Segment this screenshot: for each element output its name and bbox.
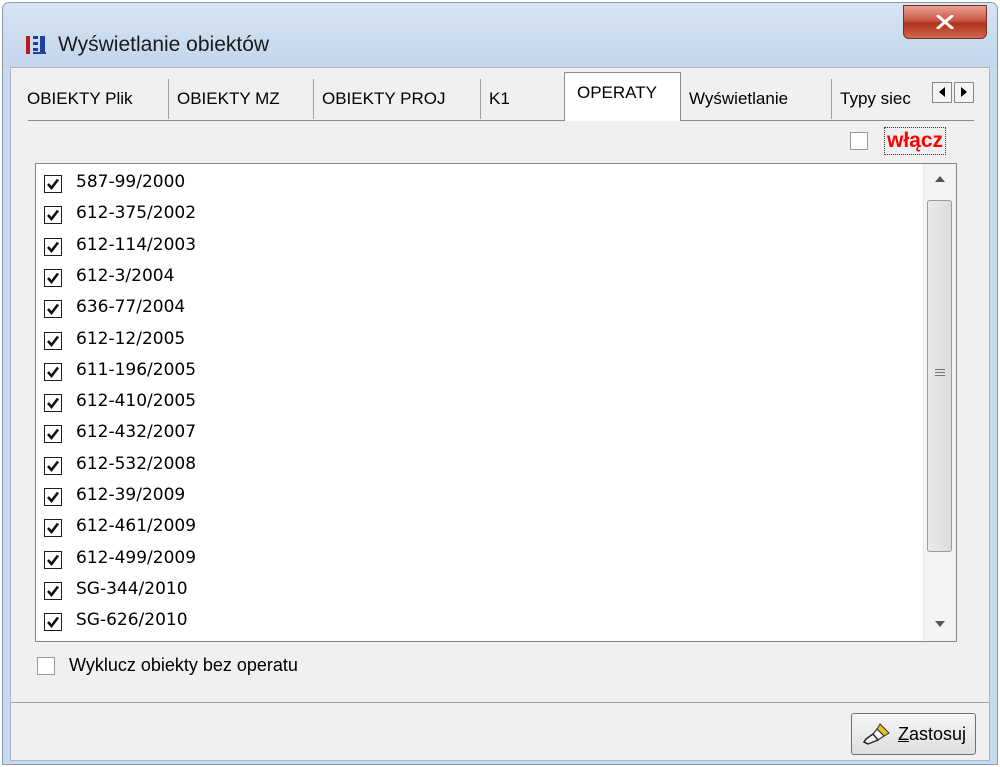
item-label: 612-410/2005 [76,391,197,412]
item-checkbox[interactable] [44,331,62,350]
operaty-tab-page: włącz 587-99/2000 612-375/2002 612-114/200… [28,120,974,697]
item-label: 611-196/2005 [76,359,197,380]
item-label: 612-114/2003 [76,234,197,255]
list-item[interactable]: 612-3/2004 [36,261,936,292]
list-item[interactable]: 612-375/2002 [36,198,936,229]
item-checkbox[interactable] [44,268,62,287]
app-icon [26,36,46,54]
item-checkbox[interactable] [44,394,62,413]
list-item[interactable]: 612-499/2009 [36,543,936,574]
item-label: 612-461/2009 [76,516,197,537]
list-item[interactable]: 612-532/2008 [36,449,936,480]
item-label: 612-12/2005 [76,328,186,349]
item-checkbox[interactable] [44,519,62,538]
title-bar[interactable]: Wyświetlanie obiektów [3,3,997,67]
tab-scroll-left-button[interactable] [932,82,952,103]
exclude-label[interactable]: Wyklucz obiekty bez operatu [69,655,298,676]
item-label: 636-77/2004 [76,297,186,318]
tab-obiekty-mz[interactable]: OBIEKTY MZ [169,79,314,119]
tab-operaty[interactable]: OPERATY [564,72,681,121]
wlacz-label[interactable]: włącz [883,127,947,155]
check-icon [47,460,60,472]
check-icon [47,429,60,441]
check-icon [47,554,60,566]
item-checkbox[interactable] [44,488,62,506]
tab-typy-sieci[interactable]: Typy siec [832,79,930,119]
item-label: 612-3/2004 [76,265,175,286]
check-icon [47,335,60,347]
list-item[interactable]: 611-196/2005 [36,355,936,386]
tab-strip: OBIEKTY Plik OBIEKTY MZ OBIEKTY PROJ K1 … [11,68,989,126]
scroll-thumb[interactable] [927,200,952,552]
check-icon [47,366,60,378]
list-item[interactable]: SG-626/2010 [36,605,936,636]
list-item[interactable]: 612-39/2009 [36,480,936,511]
arrow-up-icon [935,176,945,182]
item-checkbox[interactable] [44,581,62,600]
arrow-down-icon [935,621,945,627]
item-checkbox[interactable] [44,206,62,225]
item-checkbox[interactable] [44,456,62,475]
check-icon [47,178,60,191]
list-item[interactable]: 612-410/2005 [36,386,936,417]
list-item[interactable]: SG-344/2010 [36,574,936,605]
check-icon [47,241,60,253]
check-icon [47,303,60,316]
tab-obiekty-plik[interactable]: OBIEKTY Plik [19,79,169,119]
item-label: 612-39/2009 [76,485,186,505]
item-label: SG-626/2010 [76,610,188,631]
item-checkbox[interactable] [44,425,62,444]
tab-scroll-right-button[interactable] [954,82,974,103]
item-label: 612-375/2002 [76,203,197,224]
brush-icon [862,723,890,745]
check-icon [47,397,60,410]
item-label: SG-344/2010 [76,578,188,599]
item-label: 587-99/2000 [76,172,186,192]
apply-button[interactable]: Zastosuj [851,713,976,755]
close-icon [936,15,954,29]
exclude-checkbox[interactable] [37,657,55,675]
scroll-up-button[interactable] [924,164,956,196]
item-checkbox[interactable] [44,613,62,632]
item-checkbox[interactable] [44,300,62,319]
tab-k1[interactable]: K1 [481,79,561,119]
item-label: 612-432/2007 [76,422,197,443]
tab-obiekty-proj[interactable]: OBIEKTY PROJ [314,79,481,119]
list-item[interactable]: 587-99/2000 [36,167,936,198]
operaty-checklist[interactable]: 587-99/2000 612-375/2002 612-114/2003 612-3… [35,163,957,642]
list-item[interactable]: 612-12/2005 [36,324,936,355]
vertical-scrollbar[interactable] [923,164,956,641]
wlacz-checkbox[interactable] [850,132,868,150]
dialog-client-area: OBIEKTY Plik OBIEKTY MZ OBIEKTY PROJ K1 … [10,67,990,761]
dialog-window: Wyświetlanie obiektów OBIEKTY Plik OBIEK… [2,2,998,765]
check-icon [47,210,60,222]
item-checkbox[interactable] [44,237,62,256]
arrow-right-icon [961,87,967,97]
list-item[interactable]: 612-461/2009 [36,511,936,542]
close-button[interactable] [903,5,987,39]
tab-wyswietlanie[interactable]: Wyświetlanie [681,79,832,119]
item-checkbox[interactable] [44,362,62,381]
list-item[interactable]: 636-77/2004 [36,292,936,323]
check-icon [47,272,60,284]
item-checkbox[interactable] [44,175,62,193]
list-item[interactable]: 612-114/2003 [36,230,936,261]
check-icon [47,616,60,629]
apply-label: Zastosuj [898,724,967,744]
list-item[interactable]: 612-432/2007 [36,417,936,448]
item-label: 612-532/2008 [76,453,197,474]
item-checkbox[interactable] [44,550,62,569]
scroll-down-button[interactable] [924,609,956,641]
check-icon [47,491,60,504]
item-label: 612-499/2009 [76,547,197,568]
button-bar: Zastosuj [11,702,989,763]
check-icon [47,585,60,597]
arrow-left-icon [939,87,945,97]
grip-icon [935,369,945,370]
window-title: Wyświetlanie obiektów [58,33,270,56]
check-icon [47,523,60,535]
